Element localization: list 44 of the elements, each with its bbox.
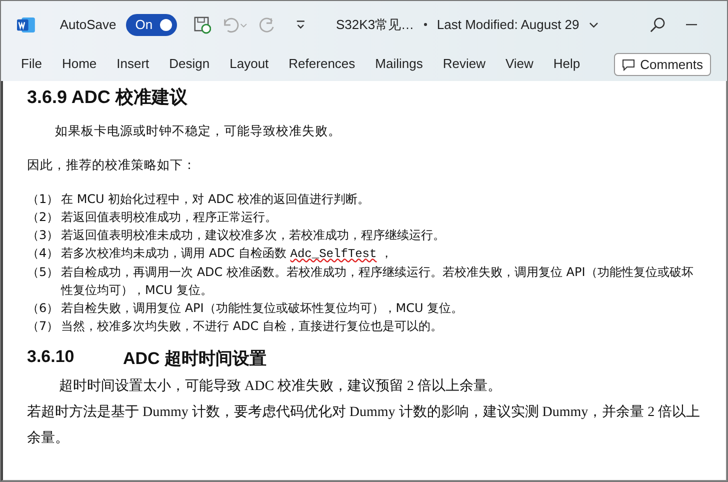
word-logo-icon [17, 16, 36, 34]
paragraph: 若超时方法是基于 Dummy 计数，要考虑代码优化对 Dummy 计数的影响，建议实测 Dummy，并余量 2 倍以上余量。 [27, 403, 702, 448]
minimize-icon[interactable] [686, 24, 697, 26]
list-item-text: 当然，校准多次均失败，不进行 ADC 自检，直接进行复位也是可以的。 [61, 318, 444, 335]
autosave-label: AutoSave [60, 17, 116, 32]
chevron-icon[interactable] [589, 20, 599, 28]
comment-icon [622, 58, 636, 70]
bullet-dot [424, 23, 427, 26]
paragraph: 因此，推荐的校准策略如下： [27, 157, 197, 174]
list-item-text: 若自检成功，再调用一次 ADC 校准函数。若校准成功，程序继续运行。若校准失败，调用复位 API（功能性复位或破坏性复位均可），MCU 复位。 [61, 264, 694, 299]
section-heading: ADC 超时时间设置 [123, 348, 267, 370]
search-icon[interactable] [648, 16, 666, 34]
ribbon-tab[interactable]: Mailings [375, 52, 423, 77]
list-marker: （4） [27, 245, 60, 262]
ribbon-tab[interactable]: Home [62, 52, 97, 77]
autosave-toggle[interactable]: On [126, 14, 177, 36]
paragraph: 如果板卡电源或时钟不稳定，可能导致校准失败。 [54, 123, 342, 140]
comments-button[interactable]: Comments [614, 53, 711, 76]
ribbon-tab[interactable]: Review [442, 52, 486, 77]
ribbon-tab[interactable]: Insert [116, 52, 150, 77]
list-item-text: 若返回值表明校准未成功，建议校准多次，若校准成功，程序继续运行。 [61, 227, 446, 244]
section-heading: 3.6.9 ADC 校准建议 [27, 86, 188, 109]
list-marker: （3） [27, 227, 60, 244]
list-marker: （2） [27, 209, 60, 226]
list-item-text: 若自检失败，调用复位 API（功能性复位或破坏性复位均可），MCU 复位。 [61, 300, 464, 317]
document-title[interactable]: S32K3常见… [336, 16, 414, 34]
save-icon[interactable] [192, 14, 212, 34]
ribbon-tab[interactable]: Layout [230, 52, 269, 77]
ribbon-tab[interactable]: File [21, 52, 42, 77]
list-marker: （7） [27, 318, 60, 335]
list-item-text: 若返回值表明校准成功，程序正常运行。 [61, 209, 278, 226]
customize-icon[interactable] [294, 20, 306, 30]
list-item-text: 若多次校准均未成功，调用 ADC 自检函数 Adc_SelfTest ， [61, 245, 394, 263]
list-marker: （1） [27, 191, 60, 208]
ribbon-tab[interactable]: Help [553, 52, 580, 77]
ribbon-tab[interactable]: Design [169, 52, 210, 77]
section-number: 3.6.10 [27, 347, 76, 368]
list-item-text: 在 MCU 初始化过程中，对 ADC 校准的返回值进行判断。 [61, 191, 371, 208]
list-marker: （5） [27, 264, 60, 281]
ribbon-tab[interactable]: View [505, 52, 534, 77]
list-marker: （6） [27, 300, 60, 317]
paragraph: 超时时间设置太小，可能导致 ADC 校准失败，建议预留 2 倍以上余量。 [58, 377, 503, 396]
ribbon-tab[interactable]: References [288, 52, 356, 77]
last-modified[interactable]: Last Modified: August 29 [436, 17, 580, 32]
